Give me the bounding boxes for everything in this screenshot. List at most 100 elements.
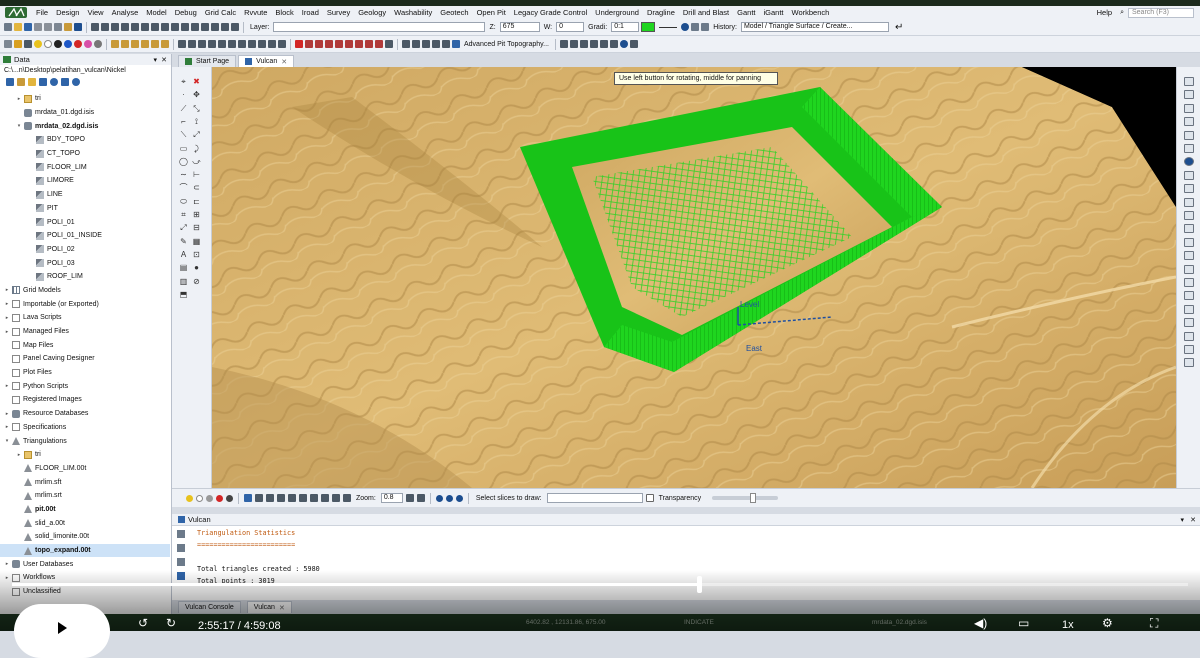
expand-arrow-icon[interactable]: ▸ xyxy=(4,575,10,581)
draw-tool-icon[interactable]: ⟋ xyxy=(179,104,188,113)
draw-tool-icon[interactable]: ⟟ xyxy=(192,117,201,126)
zoom-fit-icon[interactable] xyxy=(416,494,425,502)
design-icon[interactable] xyxy=(402,40,410,48)
tree-item[interactable]: mrlim.sft xyxy=(0,475,170,489)
menu-washability[interactable]: Washability xyxy=(390,8,436,17)
w-input[interactable]: 0 xyxy=(556,22,585,32)
tree-item[interactable]: slid_a.00t xyxy=(0,516,170,530)
layer-select[interactable] xyxy=(273,22,486,32)
view-tool-icon[interactable] xyxy=(1184,278,1194,287)
search-input[interactable]: Search (F3) xyxy=(1128,7,1194,18)
list-view-icon[interactable] xyxy=(39,78,47,86)
volume-icon[interactable]: ◀) xyxy=(974,616,987,630)
home-icon[interactable] xyxy=(6,78,14,86)
view-tool-icon[interactable] xyxy=(1184,130,1194,140)
view-tool-icon[interactable] xyxy=(1184,304,1194,314)
pink-dot-icon[interactable] xyxy=(84,40,92,48)
view-tool-icon[interactable] xyxy=(1184,318,1194,328)
draw-tool-icon[interactable]: · xyxy=(179,90,188,99)
expand-arrow-icon[interactable]: ▾ xyxy=(16,123,22,129)
config-icon[interactable] xyxy=(4,40,12,48)
tree-item[interactable]: ▸ Grid Models xyxy=(0,284,170,298)
grid-view-icon[interactable] xyxy=(288,494,296,502)
sync-icon[interactable] xyxy=(50,78,58,86)
white-dot-icon[interactable] xyxy=(44,40,52,48)
cancel-icon[interactable] xyxy=(295,40,303,48)
tree-item[interactable]: ROOF_LIM xyxy=(0,270,170,284)
draw-tool-icon[interactable]: ✥ xyxy=(192,90,201,99)
tab-close-icon[interactable]: ✕ xyxy=(279,604,285,612)
menu-workbench[interactable]: Workbench xyxy=(788,8,834,17)
offset-icon[interactable] xyxy=(221,23,229,31)
join-icon[interactable] xyxy=(171,23,179,31)
tree-item[interactable]: ▸ Resource Databases xyxy=(0,407,170,421)
draw-tool-icon[interactable]: ∼ xyxy=(179,170,188,179)
tree-item[interactable]: Registered Images xyxy=(0,393,170,407)
chamfer-icon[interactable] xyxy=(375,40,383,48)
paste-icon[interactable] xyxy=(64,23,72,31)
menu-survey[interactable]: Survey xyxy=(323,8,354,17)
fillet-icon[interactable] xyxy=(365,40,373,48)
captions-icon[interactable]: ▭ xyxy=(1018,616,1029,630)
expand-arrow-icon[interactable]: ▸ xyxy=(4,383,10,389)
insert-icon[interactable] xyxy=(161,23,169,31)
expand-icon[interactable] xyxy=(61,78,69,86)
console-print-icon[interactable] xyxy=(177,558,185,566)
refresh-icon[interactable] xyxy=(268,40,276,48)
run-icon[interactable]: ↵ xyxy=(895,22,903,33)
axes-icon[interactable] xyxy=(248,40,256,48)
view-tool-icon[interactable] xyxy=(1184,264,1194,274)
red-dot-icon[interactable] xyxy=(74,40,82,48)
move-icon[interactable] xyxy=(141,23,149,31)
view-tool-icon[interactable] xyxy=(1184,237,1194,247)
advanced-pit-label[interactable]: Advanced Pit Topography... xyxy=(464,41,549,48)
expand-arrow-icon[interactable]: ▸ xyxy=(4,561,10,567)
plane-view-icon[interactable] xyxy=(321,494,329,502)
menu-iroad[interactable]: Iroad xyxy=(298,8,323,17)
tree-item[interactable]: ▾ Triangulations xyxy=(0,434,170,448)
select-cursor-icon[interactable] xyxy=(244,494,252,502)
split-icon[interactable] xyxy=(181,23,189,31)
menu-gantt[interactable]: Gantt xyxy=(733,8,759,17)
tree-item[interactable]: mrlim.srt xyxy=(0,489,170,503)
menu-open-pit[interactable]: Open Pit xyxy=(473,8,510,17)
expand-arrow-icon[interactable]: ▸ xyxy=(4,329,10,335)
color-swatch[interactable] xyxy=(641,22,656,32)
tree-item[interactable]: PIT xyxy=(0,202,170,216)
panel-pin-icon[interactable]: ▾ xyxy=(153,56,157,64)
limits-icon[interactable] xyxy=(599,40,608,48)
tree-item[interactable]: ▸ tri xyxy=(0,448,170,462)
view-tool-icon[interactable] xyxy=(1184,358,1194,368)
menu-geotech[interactable]: Geotech xyxy=(436,8,472,17)
box-icon-4[interactable] xyxy=(141,40,149,48)
label-icon[interactable] xyxy=(211,23,219,31)
tree-item[interactable]: ▸ Python Scripts xyxy=(0,379,170,393)
expand-arrow-icon[interactable]: ▸ xyxy=(4,287,10,293)
tree-item[interactable]: CT_TOPO xyxy=(0,147,170,161)
speed-button[interactable]: 1x xyxy=(1062,619,1074,631)
rotate-icon[interactable] xyxy=(198,40,206,48)
tab-vulcan[interactable]: Vulcan ✕ xyxy=(238,55,295,67)
draw-tool-icon[interactable]: ▭ xyxy=(179,144,188,153)
text-view-icon[interactable] xyxy=(310,494,318,502)
open-icon[interactable] xyxy=(14,23,22,31)
help-icon[interactable] xyxy=(74,23,82,31)
console-pin-icon[interactable]: ▾ xyxy=(1180,516,1184,524)
draw-tool-icon[interactable]: ⤢ xyxy=(179,223,188,232)
copy-icon[interactable] xyxy=(54,23,62,31)
draw-tool-icon[interactable]: ⟍ xyxy=(179,130,188,139)
line-icon[interactable] xyxy=(121,23,129,31)
grad-input[interactable]: 0:1 xyxy=(611,22,640,32)
view-tool-icon[interactable] xyxy=(1184,331,1194,341)
measure-view-icon[interactable] xyxy=(299,494,307,502)
tree-item[interactable]: mrdata_01.dgd.isis xyxy=(0,106,170,120)
view-tool-icon[interactable] xyxy=(1184,117,1194,127)
draw-tool-icon[interactable]: ⤢ xyxy=(192,130,201,139)
draw-tool-icon[interactable]: ✖ xyxy=(192,77,201,86)
seek-handle[interactable] xyxy=(697,576,703,593)
menu-legacy-grade-control[interactable]: Legacy Grade Control xyxy=(510,8,591,17)
view-tool-icon[interactable] xyxy=(1184,77,1194,86)
tree-item[interactable]: ▸ Lava Scripts xyxy=(0,311,170,325)
tree-item[interactable]: Map Files xyxy=(0,338,170,352)
clip-icon[interactable] xyxy=(589,40,598,48)
